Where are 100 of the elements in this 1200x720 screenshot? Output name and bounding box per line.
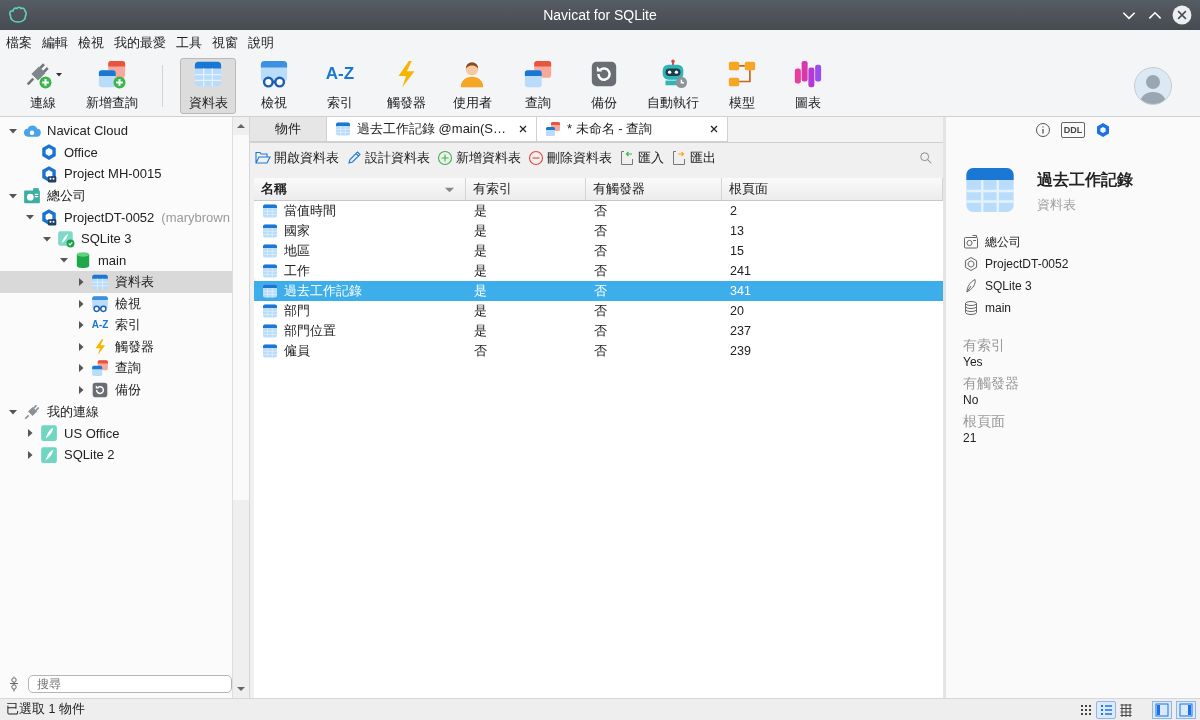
collapsed-arrow-icon[interactable] bbox=[76, 320, 86, 331]
export-table-button[interactable]: 匯出 bbox=[671, 149, 716, 167]
index-button[interactable]: A-Z 索引 bbox=[312, 57, 368, 114]
table-name: 當值時間 bbox=[284, 202, 336, 220]
tree-item[interactable]: 我的連線 bbox=[0, 400, 232, 423]
feather-icon bbox=[40, 445, 58, 464]
close-icon[interactable] bbox=[1172, 5, 1192, 25]
table-row[interactable]: 國家 是 否 13 bbox=[254, 221, 943, 241]
scrollbar[interactable] bbox=[232, 117, 249, 698]
backup-button[interactable]: 備份 bbox=[576, 57, 632, 114]
tree-item[interactable]: 觸發器 bbox=[0, 335, 232, 358]
table-icon bbox=[262, 223, 278, 239]
query-button[interactable]: 查詢 bbox=[510, 57, 566, 114]
close-tab-icon[interactable] bbox=[709, 124, 719, 134]
open-table-button[interactable]: 開啟資料表 bbox=[255, 149, 339, 167]
tree-item[interactable]: Navicat Cloud bbox=[0, 120, 232, 142]
table-row[interactable]: 當值時間 是 否 2 bbox=[254, 201, 943, 221]
tree-item[interactable]: 檢視 bbox=[0, 292, 232, 315]
collapsed-arrow-icon[interactable] bbox=[76, 384, 86, 395]
menu-item[interactable]: 編輯 bbox=[37, 33, 73, 52]
collapsed-arrow-icon[interactable] bbox=[25, 449, 35, 460]
search-icon[interactable] bbox=[919, 151, 933, 165]
menu-item[interactable]: 檢視 bbox=[73, 33, 109, 52]
table-name: 部門 bbox=[284, 302, 310, 320]
menu-item[interactable]: 檔案 bbox=[1, 33, 37, 52]
right-panel-toggle[interactable] bbox=[1176, 700, 1196, 719]
tree-item[interactable]: main bbox=[0, 249, 232, 272]
tree-item[interactable]: 資料表 bbox=[0, 271, 232, 293]
collapsed-arrow-icon[interactable] bbox=[76, 276, 86, 287]
model-button[interactable]: 模型 bbox=[714, 57, 770, 114]
grid-view-icon bbox=[1119, 702, 1133, 717]
tree-item[interactable]: 備份 bbox=[0, 379, 232, 401]
menu-item[interactable]: 我的最愛 bbox=[109, 33, 171, 52]
tree-item[interactable]: ProjectDT-0052 (marybrown bbox=[0, 206, 232, 228]
add-table-button[interactable]: 新增資料表 bbox=[437, 149, 521, 167]
new-query-button[interactable]: 新增查詢 bbox=[81, 57, 143, 114]
tree-item[interactable]: SQLite 2 bbox=[0, 443, 232, 466]
dropdown-caret-icon[interactable] bbox=[55, 70, 63, 78]
tree-item[interactable]: A-Z 索引 bbox=[0, 314, 232, 336]
chart-button[interactable]: 圖表 bbox=[780, 57, 836, 114]
query-icon bbox=[523, 59, 553, 89]
table-cell-text: 是 bbox=[473, 302, 488, 320]
collapsed-arrow-icon[interactable] bbox=[76, 298, 86, 309]
property-value: 21 bbox=[963, 431, 978, 445]
tab[interactable]: 過去工作記錄 @main(S… bbox=[327, 117, 537, 142]
tree-item[interactable]: Office bbox=[0, 141, 232, 164]
table-icon bbox=[262, 243, 278, 259]
column-header[interactable]: 有觸發器 bbox=[586, 178, 722, 200]
collapsed-arrow-icon[interactable] bbox=[76, 363, 86, 374]
project-icon bbox=[40, 165, 58, 183]
window-title: Navicat for SQLite bbox=[543, 7, 657, 23]
status-text: 已選取 1 物件 bbox=[6, 701, 85, 718]
panel-layout-icon bbox=[1155, 702, 1169, 717]
table-row[interactable]: 工作 是 否 241 bbox=[254, 261, 943, 281]
hexagon-icon[interactable] bbox=[1095, 122, 1112, 138]
table-button[interactable]: 資料表 bbox=[180, 57, 236, 114]
index-icon: A-Z bbox=[91, 316, 109, 335]
company-icon bbox=[23, 186, 41, 205]
tree-item[interactable]: 總公司 bbox=[0, 184, 232, 207]
design-table-button[interactable]: 設計資料表 bbox=[346, 149, 430, 167]
tree-item[interactable]: SQLite 3 bbox=[0, 227, 232, 250]
delete-table-button[interactable]: 刪除資料表 bbox=[528, 149, 612, 167]
menu-item[interactable]: 說明 bbox=[243, 33, 279, 52]
close-tab-icon[interactable] bbox=[518, 124, 528, 134]
view-mode-button[interactable] bbox=[1096, 700, 1116, 719]
automation-button[interactable]: 自動執行 bbox=[642, 57, 704, 114]
view-button[interactable]: 檢視 bbox=[246, 57, 302, 114]
property-label: 有索引 bbox=[963, 337, 1006, 355]
column-header[interactable]: 根頁面 bbox=[722, 178, 943, 200]
collapsed-arrow-icon[interactable] bbox=[76, 341, 86, 352]
menu-item[interactable]: 工具 bbox=[171, 33, 207, 52]
scroll-down-icon[interactable] bbox=[236, 684, 246, 694]
table-row[interactable]: 地區 是 否 15 bbox=[254, 241, 943, 261]
tree-item[interactable]: 查詢 bbox=[0, 357, 232, 380]
ddl-icon[interactable]: DDL bbox=[1060, 122, 1086, 138]
tree-item[interactable]: US Office bbox=[0, 422, 232, 444]
tree-item[interactable]: Project MH-0015 bbox=[0, 163, 232, 185]
table-row[interactable]: 部門 是 否 20 bbox=[254, 301, 943, 321]
table-cell-text: 241 bbox=[729, 264, 752, 278]
table-cell-text: 237 bbox=[729, 324, 752, 338]
trigger-button[interactable]: 觸發器 bbox=[378, 57, 434, 114]
table-row[interactable]: 部門位置 是 否 237 bbox=[254, 321, 943, 341]
search-field[interactable]: 搜尋 bbox=[28, 675, 232, 693]
menu-item[interactable]: 視窗 bbox=[207, 33, 243, 52]
column-header[interactable]: 有索引 bbox=[466, 178, 586, 200]
import-table-button[interactable]: 匯入 bbox=[619, 149, 664, 167]
user-button[interactable]: 使用者 bbox=[444, 57, 500, 114]
list-view-icon bbox=[1099, 702, 1113, 717]
column-header[interactable]: 名稱 bbox=[254, 178, 466, 200]
scroll-up-icon[interactable] bbox=[236, 121, 246, 131]
tab[interactable]: * 未命名 - 查詢 bbox=[537, 117, 728, 142]
company-icon bbox=[963, 234, 979, 250]
backup-icon bbox=[91, 380, 109, 399]
connection-button[interactable]: 連線 bbox=[15, 57, 71, 114]
collapsed-arrow-icon[interactable] bbox=[25, 428, 35, 439]
table-row[interactable]: 僱員 否 否 239 bbox=[254, 341, 943, 361]
plus-circle-icon bbox=[437, 150, 453, 166]
info-icon[interactable] bbox=[1034, 122, 1051, 138]
left-panel-toggle[interactable] bbox=[1152, 700, 1172, 719]
tab[interactable]: 物件 bbox=[250, 117, 327, 142]
